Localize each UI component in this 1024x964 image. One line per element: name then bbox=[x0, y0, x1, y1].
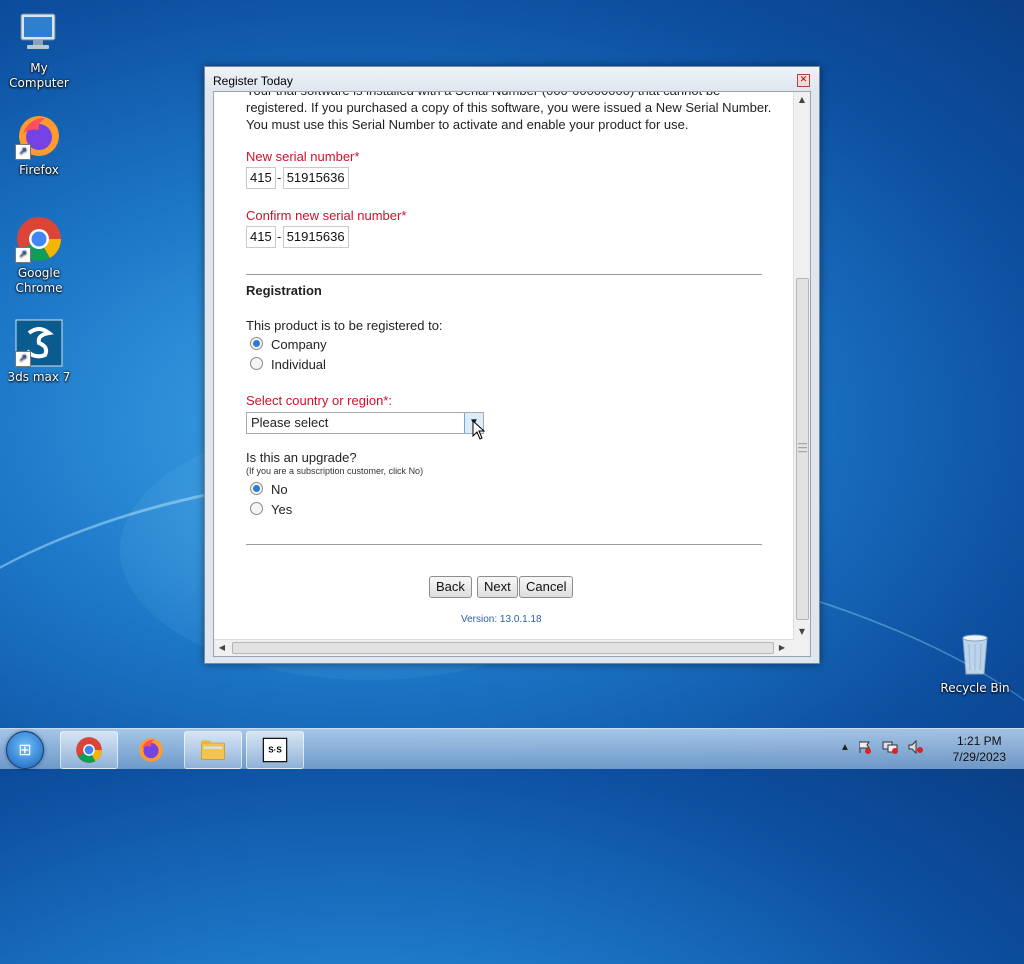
confirm-serial-prefix-input[interactable]: 415 bbox=[246, 226, 276, 248]
serial-dash: - bbox=[277, 170, 282, 185]
scroll-down-icon[interactable]: ▼ bbox=[794, 624, 810, 640]
version-label: Version: 13.0.1.18 bbox=[461, 614, 542, 625]
volume-muted-icon[interactable] bbox=[908, 739, 924, 755]
recycle-bin-icon bbox=[951, 630, 999, 678]
radio-button-selected[interactable] bbox=[250, 482, 263, 496]
new-serial-label: New serial number* bbox=[246, 149, 360, 164]
back-button[interactable]: Back bbox=[429, 576, 472, 598]
clock[interactable]: 1:21 PM 7/29/2023 bbox=[953, 733, 1006, 765]
confirm-serial-number-input[interactable]: 51915636 bbox=[282, 226, 349, 248]
firefox-icon: ↗ bbox=[15, 112, 63, 160]
section-divider bbox=[246, 274, 762, 275]
taskbar-sas-button[interactable]: S·S bbox=[246, 731, 304, 769]
mouse-cursor-icon bbox=[472, 420, 486, 440]
cancel-button[interactable]: Cancel bbox=[519, 576, 574, 598]
action-center-icon[interactable] bbox=[858, 740, 872, 754]
taskbar: ⊞ S·S ▲ 1:21 PM 7/29/2023 bbox=[0, 728, 1024, 769]
taskbar-chrome-button[interactable] bbox=[60, 731, 118, 769]
upgrade-question: Is this an upgrade? bbox=[246, 450, 357, 465]
desktop-icon-my-computer[interactable]: My Computer bbox=[0, 10, 78, 91]
radio-button[interactable] bbox=[250, 357, 263, 371]
registration-heading: Registration bbox=[246, 283, 322, 298]
firefox-icon bbox=[139, 738, 163, 762]
computer-icon bbox=[15, 10, 63, 58]
registration-page: Your trial software is installed with a … bbox=[214, 92, 794, 640]
taskbar-explorer-button[interactable] bbox=[184, 731, 242, 769]
content-frame: Your trial software is installed with a … bbox=[213, 91, 811, 657]
desktop-icon-label: Google Chrome bbox=[15, 266, 63, 295]
radio-button-selected[interactable] bbox=[250, 337, 263, 351]
scroll-left-icon[interactable]: ◀ bbox=[214, 640, 230, 656]
new-serial-fields: 415-51915636 bbox=[246, 167, 349, 189]
shortcut-arrow-icon: ↗ bbox=[15, 247, 31, 263]
serial-dash: - bbox=[277, 229, 282, 244]
folder-icon bbox=[201, 740, 225, 760]
upgrade-hint: (If you are a subscription customer, cli… bbox=[246, 466, 424, 476]
radio-label: Individual bbox=[271, 357, 326, 372]
desktop-icon-recycle-bin[interactable]: Recycle Bin bbox=[936, 630, 1014, 696]
desktop-icon-label: Firefox bbox=[19, 163, 59, 177]
register-today-window: Register Today ✕ Your trial software is … bbox=[204, 66, 820, 664]
radio-upgrade-no[interactable]: No bbox=[250, 481, 288, 499]
clock-date: 7/29/2023 bbox=[952, 750, 1006, 764]
window-title: Register Today bbox=[205, 67, 819, 91]
country-select-value: Please select bbox=[251, 415, 329, 430]
scroll-grip-icon: ― ― ― bbox=[798, 439, 807, 457]
desktop-icon-firefox[interactable]: ↗ Firefox bbox=[0, 112, 78, 178]
desktop-icon-chrome[interactable]: ↗ Google Chrome bbox=[0, 215, 78, 296]
3ds-max-icon: ↗ bbox=[15, 319, 63, 367]
confirm-serial-label: Confirm new serial number* bbox=[246, 208, 407, 223]
chrome-icon bbox=[76, 737, 102, 763]
desktop-icon-label: 3ds max 7 bbox=[7, 370, 71, 384]
country-label: Select country or region*: bbox=[246, 393, 392, 408]
horizontal-scrollbar[interactable]: ◀ ▶ bbox=[214, 639, 794, 656]
radio-individual[interactable]: Individual bbox=[250, 356, 326, 374]
sas-logo-icon: S·S bbox=[262, 737, 288, 763]
sas-badge-text: S·S bbox=[268, 745, 282, 754]
vertical-scrollbar[interactable]: ▲ ― ― ― ▼ bbox=[793, 92, 810, 640]
close-icon[interactable]: ✕ bbox=[797, 74, 810, 87]
scroll-corner bbox=[794, 640, 810, 656]
intro-text: Your trial software is installed with a … bbox=[246, 92, 772, 132]
country-select[interactable]: Please select ▼ bbox=[246, 412, 484, 434]
radio-label: Company bbox=[271, 337, 327, 352]
radio-company[interactable]: Company bbox=[250, 336, 327, 354]
confirm-serial-fields: 415-51915636 bbox=[246, 226, 349, 248]
section-divider bbox=[246, 544, 762, 545]
new-serial-prefix-input[interactable]: 415 bbox=[246, 167, 276, 189]
scroll-right-icon[interactable]: ▶ bbox=[774, 640, 790, 656]
radio-button[interactable] bbox=[250, 502, 263, 516]
radio-upgrade-yes[interactable]: Yes bbox=[250, 501, 292, 519]
desktop-icon-3ds-max[interactable]: ↗ 3ds max 7 bbox=[0, 319, 78, 385]
new-serial-number-input[interactable]: 51915636 bbox=[282, 167, 349, 189]
shortcut-arrow-icon: ↗ bbox=[15, 144, 31, 160]
show-hidden-icons-icon[interactable]: ▲ bbox=[840, 742, 850, 753]
system-tray: ▲ 1:21 PM 7/29/2023 bbox=[836, 729, 1016, 769]
scroll-up-icon[interactable]: ▲ bbox=[794, 92, 810, 108]
network-icon[interactable] bbox=[882, 740, 898, 754]
start-button[interactable]: ⊞ bbox=[6, 731, 44, 769]
next-button[interactable]: Next bbox=[477, 576, 518, 598]
taskbar-firefox-button[interactable] bbox=[122, 731, 180, 769]
radio-label: Yes bbox=[271, 502, 293, 517]
chrome-icon: ↗ bbox=[15, 215, 63, 263]
shortcut-arrow-icon: ↗ bbox=[15, 351, 31, 367]
radio-label: No bbox=[271, 482, 288, 497]
desktop-icon-label: My Computer bbox=[9, 61, 69, 90]
registered-to-label: This product is to be registered to: bbox=[246, 318, 443, 333]
clock-time: 1:21 PM bbox=[956, 734, 1002, 748]
windows-logo-icon: ⊞ bbox=[18, 740, 32, 759]
desktop-icon-label: Recycle Bin bbox=[940, 681, 1010, 695]
scroll-thumb[interactable] bbox=[232, 642, 774, 654]
